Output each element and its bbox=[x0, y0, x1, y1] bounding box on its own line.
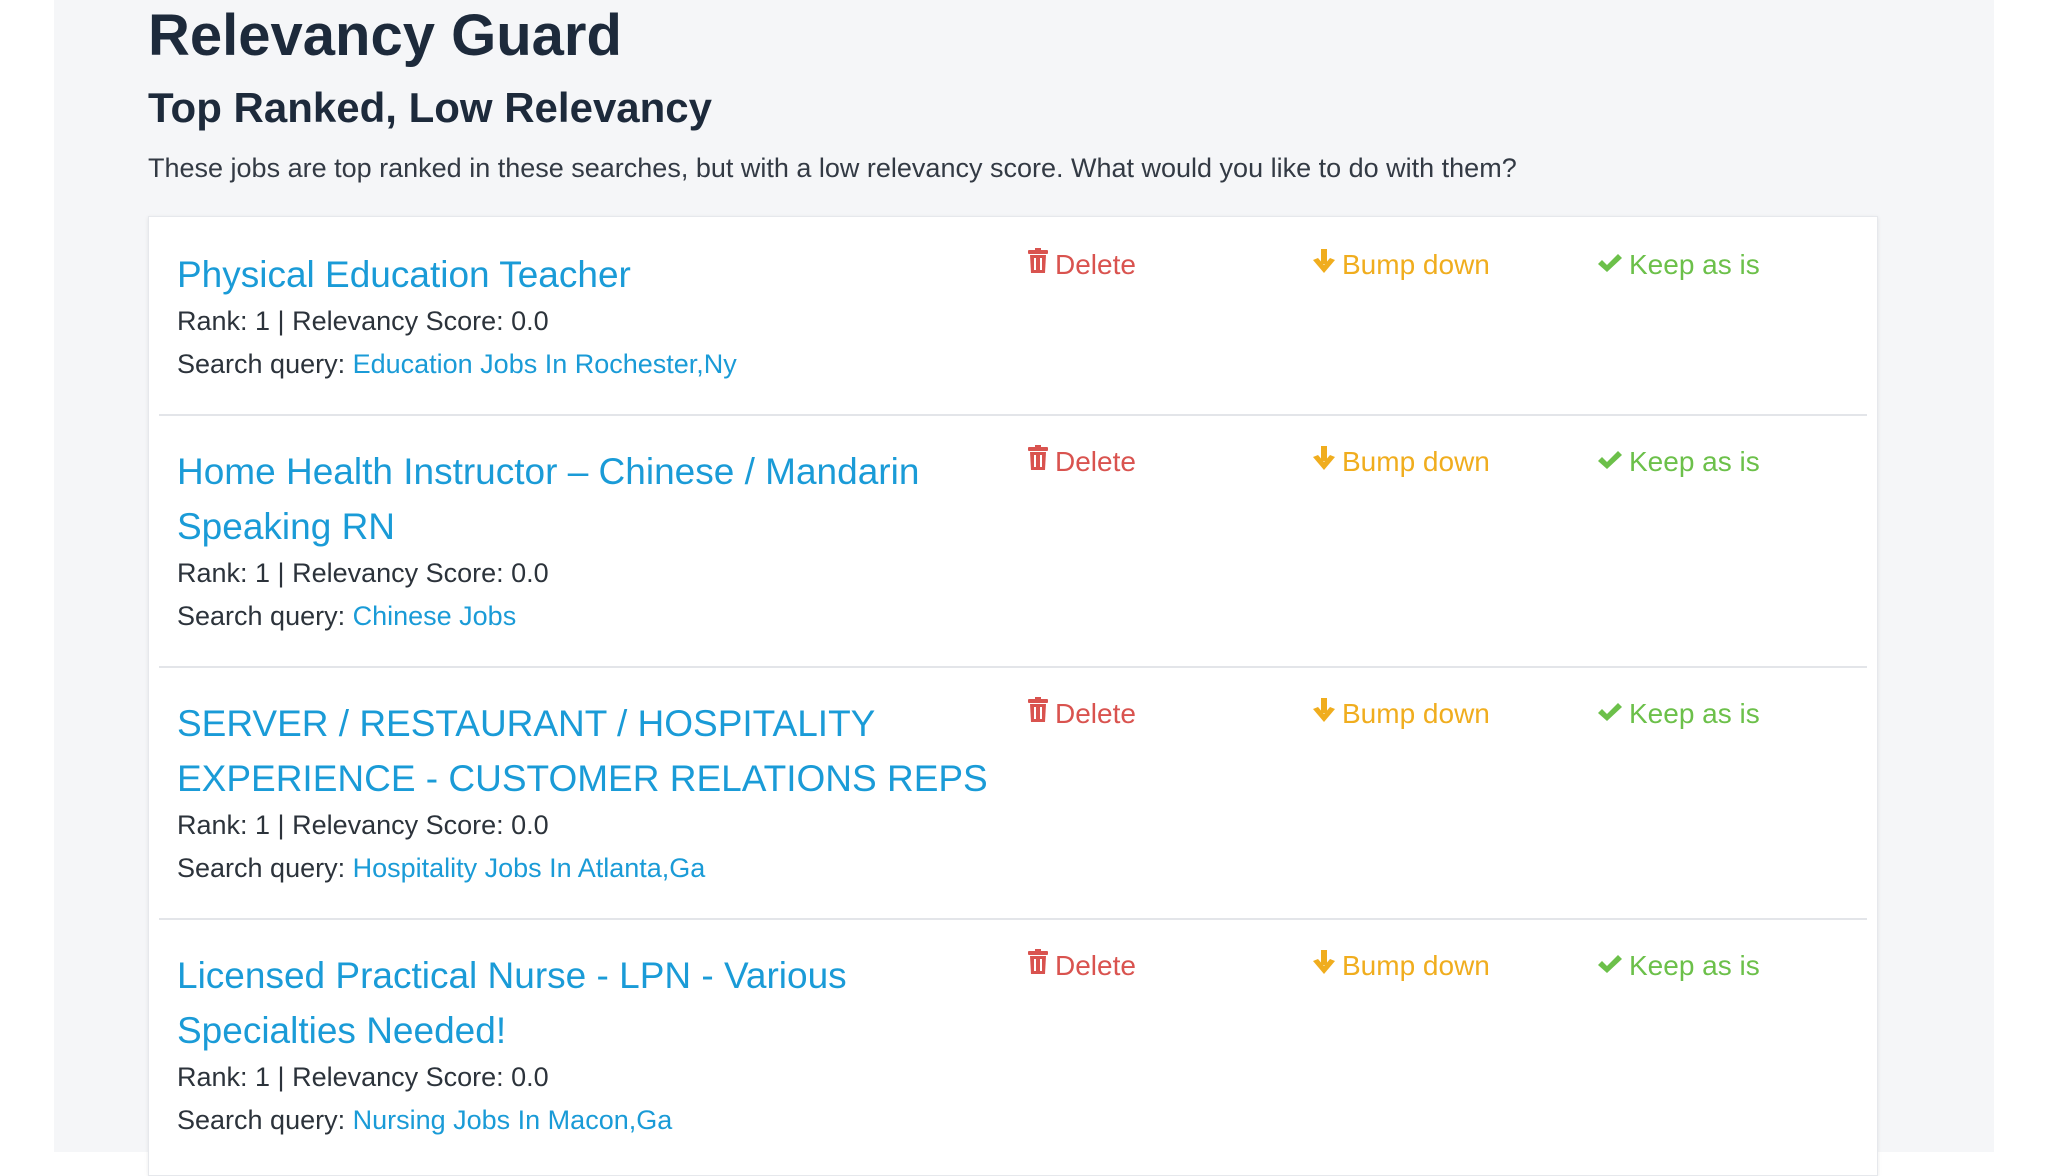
job-title-link[interactable]: SERVER / RESTAURANT / HOSPITALITY EXPERI… bbox=[177, 696, 1017, 806]
check-icon bbox=[1597, 946, 1629, 986]
job-title-link[interactable]: Physical Education Teacher bbox=[177, 247, 1017, 302]
list-item: Home Health Instructor – Chinese / Manda… bbox=[159, 414, 1867, 668]
search-query-label: Search query: bbox=[177, 853, 353, 883]
keep-as-is-button[interactable]: Keep as is bbox=[1597, 442, 1760, 482]
keep-as-is-label: Keep as is bbox=[1629, 446, 1760, 477]
bump-down-button[interactable]: Bump down bbox=[1312, 442, 1490, 482]
search-query-line: Search query: Chinese Jobs bbox=[177, 596, 516, 636]
trash-icon bbox=[1027, 442, 1055, 482]
keep-as-is-label: Keep as is bbox=[1629, 249, 1760, 280]
delete-button[interactable]: Delete bbox=[1027, 946, 1136, 986]
search-query-label: Search query: bbox=[177, 349, 353, 379]
keep-as-is-button[interactable]: Keep as is bbox=[1597, 694, 1760, 734]
bump-down-label: Bump down bbox=[1342, 249, 1490, 280]
list-item: Physical Education Teacher Rank: 1 | Rel… bbox=[159, 217, 1867, 416]
rank-info: Rank: 1 | Relevancy Score: 0.0 bbox=[177, 558, 549, 588]
check-icon bbox=[1597, 694, 1629, 734]
section-description: These jobs are top ranked in these searc… bbox=[148, 153, 1517, 183]
keep-as-is-button[interactable]: Keep as is bbox=[1597, 245, 1760, 285]
arrow-down-icon bbox=[1312, 946, 1342, 986]
bump-down-button[interactable]: Bump down bbox=[1312, 694, 1490, 734]
job-list-card: Physical Education Teacher Rank: 1 | Rel… bbox=[148, 216, 1878, 1176]
section-subtitle: Top Ranked, Low Relevancy bbox=[148, 84, 713, 131]
trash-icon bbox=[1027, 694, 1055, 734]
arrow-down-icon bbox=[1312, 694, 1342, 734]
rank-info: Rank: 1 | Relevancy Score: 0.0 bbox=[177, 306, 549, 336]
keep-as-is-label: Keep as is bbox=[1629, 950, 1760, 981]
delete-button[interactable]: Delete bbox=[1027, 694, 1136, 734]
check-icon bbox=[1597, 245, 1629, 285]
search-query-line: Search query: Education Jobs In Rocheste… bbox=[177, 344, 737, 384]
delete-label: Delete bbox=[1055, 446, 1136, 477]
arrow-down-icon bbox=[1312, 245, 1342, 285]
bump-down-button[interactable]: Bump down bbox=[1312, 245, 1490, 285]
search-query-link[interactable]: Hospitality Jobs In Atlanta,Ga bbox=[353, 853, 706, 883]
search-query-link[interactable]: Chinese Jobs bbox=[353, 601, 517, 631]
list-item: SERVER / RESTAURANT / HOSPITALITY EXPERI… bbox=[159, 666, 1867, 920]
delete-label: Delete bbox=[1055, 950, 1136, 981]
bump-down-label: Bump down bbox=[1342, 698, 1490, 729]
bump-down-button[interactable]: Bump down bbox=[1312, 946, 1490, 986]
keep-as-is-label: Keep as is bbox=[1629, 698, 1760, 729]
job-title-link[interactable]: Home Health Instructor – Chinese / Manda… bbox=[177, 444, 1017, 554]
rank-info: Rank: 1 | Relevancy Score: 0.0 bbox=[177, 810, 549, 840]
page-title: Relevancy Guard bbox=[148, 3, 622, 68]
search-query-link[interactable]: Nursing Jobs In Macon,Ga bbox=[353, 1105, 673, 1135]
list-item: Licensed Practical Nurse - LPN - Various… bbox=[159, 918, 1867, 1170]
rank-info: Rank: 1 | Relevancy Score: 0.0 bbox=[177, 1062, 549, 1092]
search-query-link[interactable]: Education Jobs In Rochester,Ny bbox=[353, 349, 737, 379]
job-title-link[interactable]: Licensed Practical Nurse - LPN - Various… bbox=[177, 948, 1017, 1058]
delete-label: Delete bbox=[1055, 249, 1136, 280]
bump-down-label: Bump down bbox=[1342, 446, 1490, 477]
arrow-down-icon bbox=[1312, 442, 1342, 482]
trash-icon bbox=[1027, 245, 1055, 285]
keep-as-is-button[interactable]: Keep as is bbox=[1597, 946, 1760, 986]
trash-icon bbox=[1027, 946, 1055, 986]
search-query-line: Search query: Hospitality Jobs In Atlant… bbox=[177, 848, 705, 888]
delete-label: Delete bbox=[1055, 698, 1136, 729]
search-query-label: Search query: bbox=[177, 1105, 353, 1135]
search-query-label: Search query: bbox=[177, 601, 353, 631]
delete-button[interactable]: Delete bbox=[1027, 442, 1136, 482]
bump-down-label: Bump down bbox=[1342, 950, 1490, 981]
check-icon bbox=[1597, 442, 1629, 482]
search-query-line: Search query: Nursing Jobs In Macon,Ga bbox=[177, 1100, 672, 1140]
delete-button[interactable]: Delete bbox=[1027, 245, 1136, 285]
